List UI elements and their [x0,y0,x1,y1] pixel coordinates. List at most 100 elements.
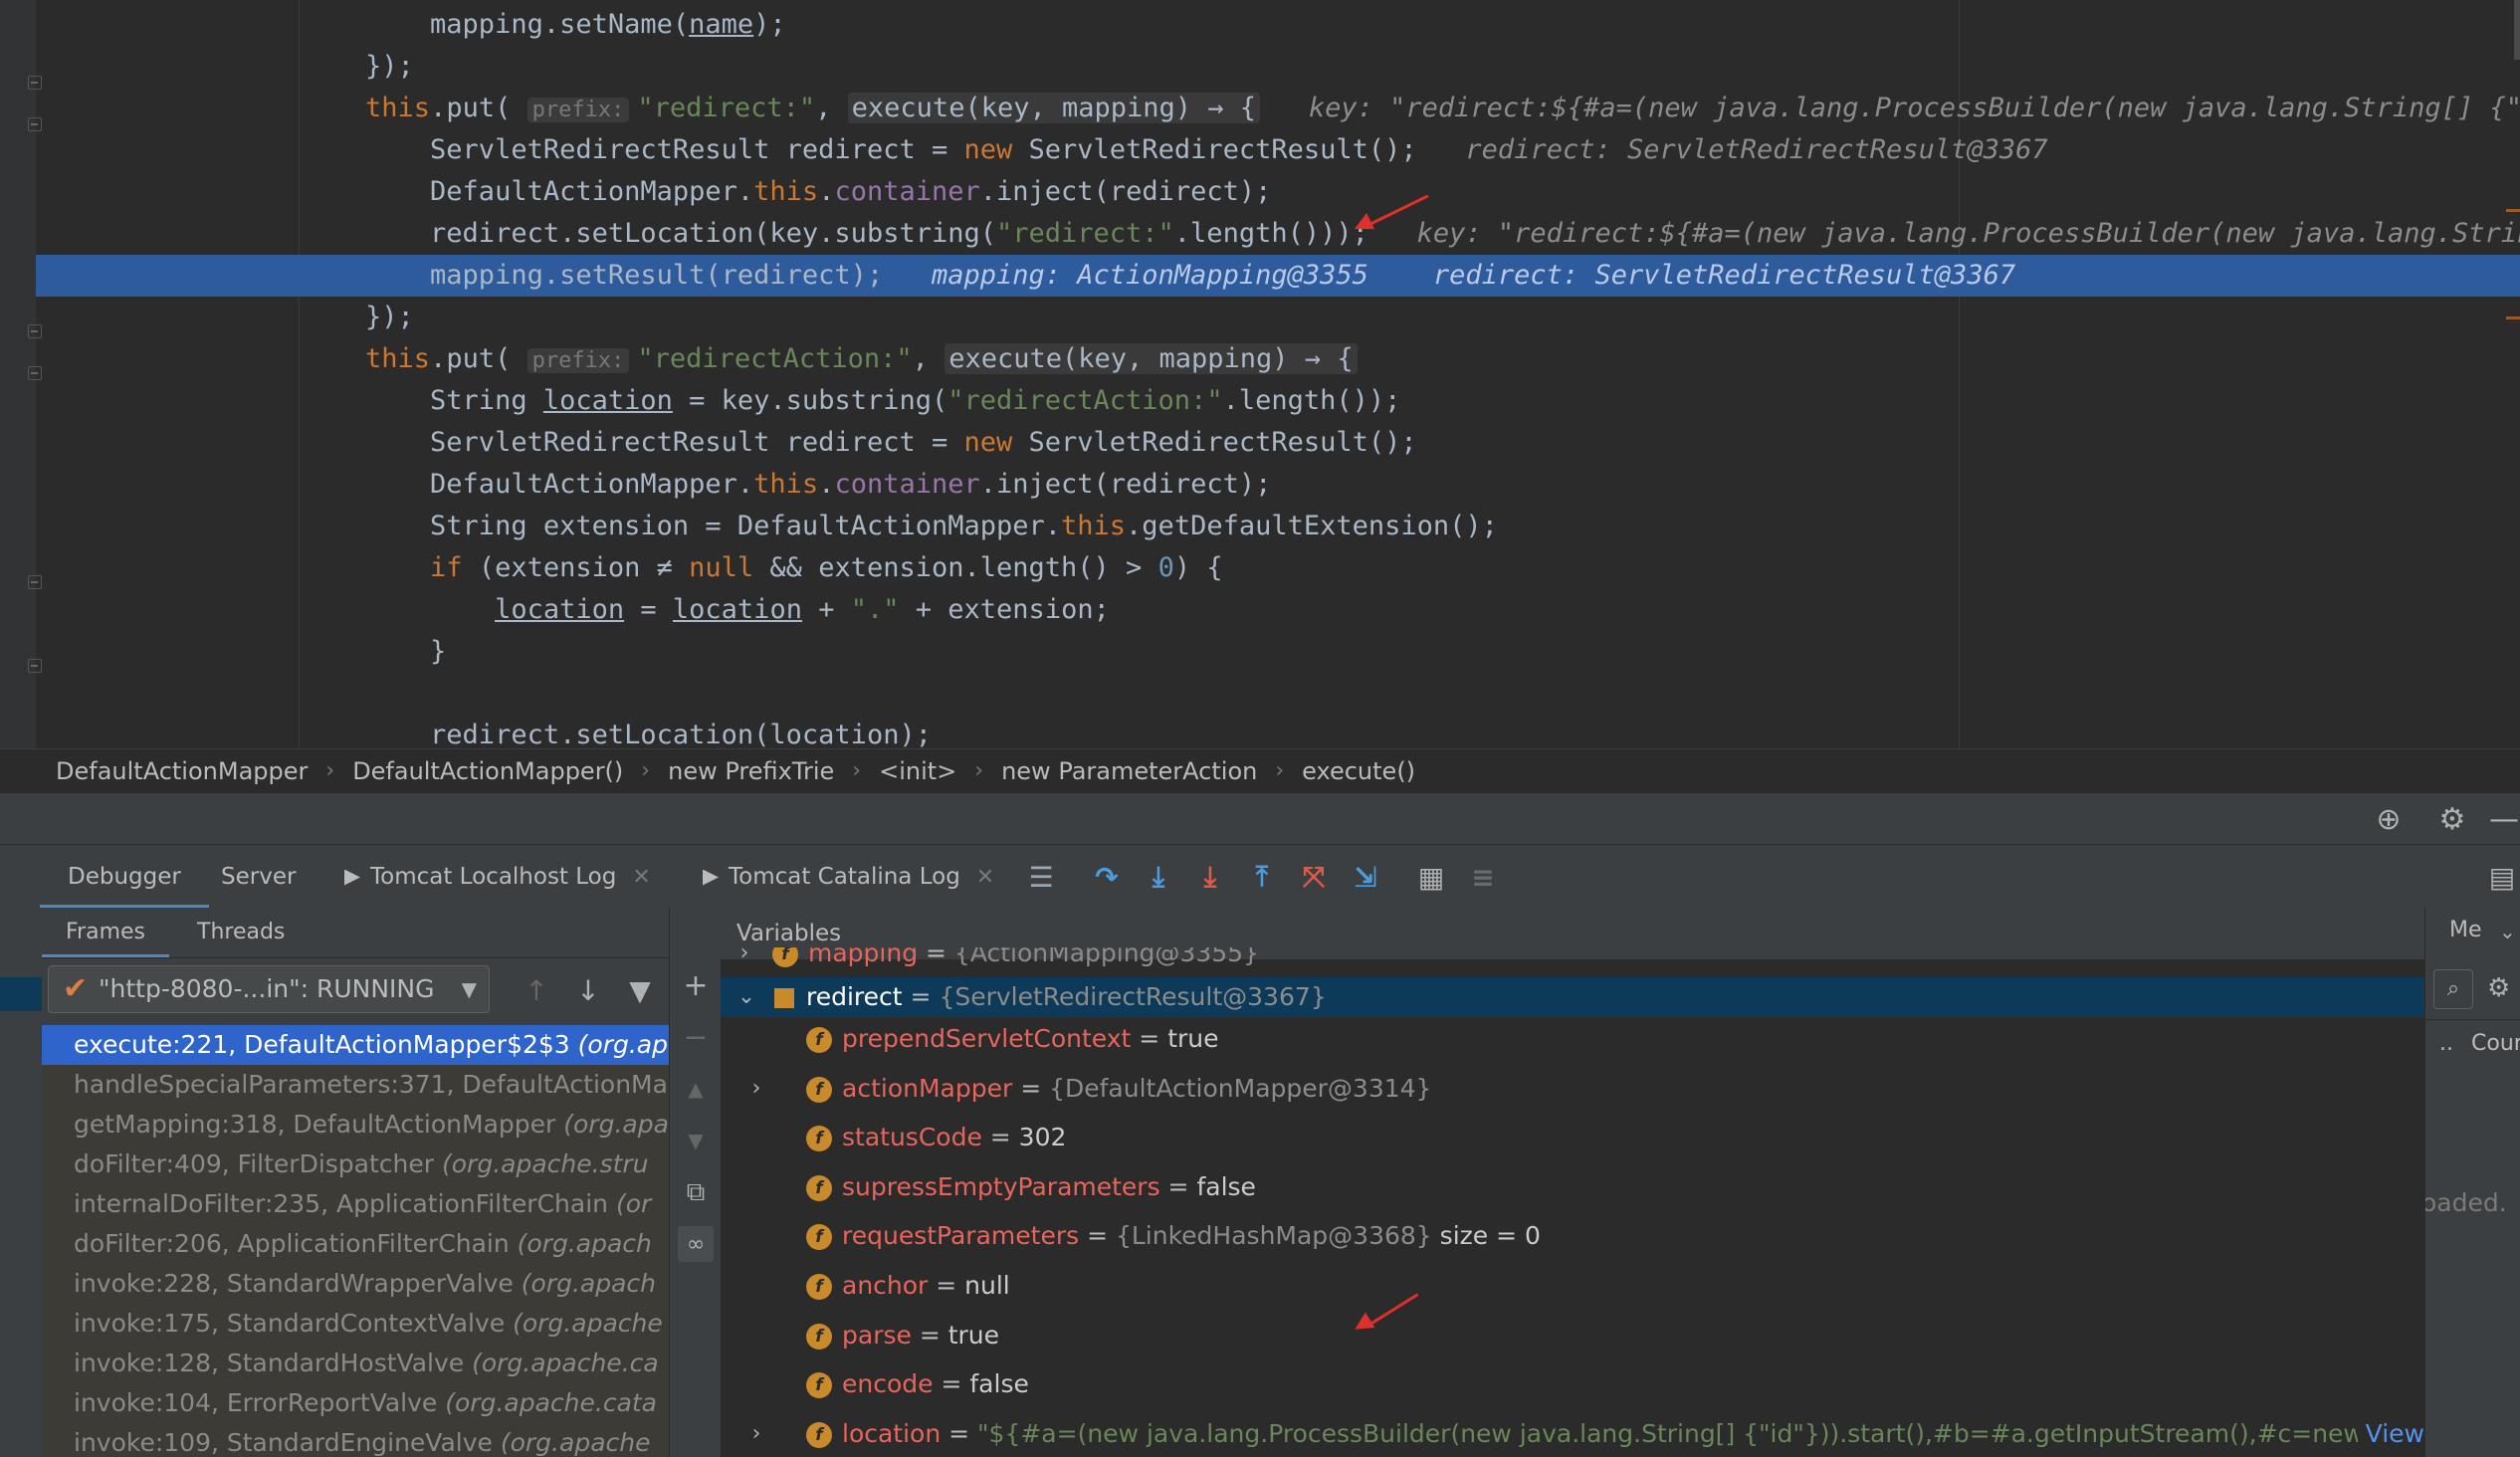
column-count-header[interactable]: Cour [2471,1031,2520,1056]
frame-class: (org.apache [513,1309,663,1338]
view-link[interactable]: View [2357,1413,2424,1454]
minimize-icon[interactable]: — [2488,802,2520,837]
layout-icon[interactable]: ▤ [2484,859,2520,895]
variable-row[interactable]: f statusCode = 302 [721,1118,2424,1157]
move-up-icon[interactable]: ▲ [678,1071,714,1107]
step-out-icon[interactable]: ⤒ [1244,859,1280,895]
frame-row[interactable]: invoke:175, StandardContextValve (org.ap… [42,1304,669,1344]
search-icon[interactable]: ⌕ [2433,969,2473,1009]
watches-toggle-icon[interactable]: ∞ [678,1226,714,1262]
variable-row-redirect[interactable]: ⌄ redirect = {ServletRedirectResult@3367… [721,977,2424,1017]
code-line[interactable]: redirect.setLocation(key.substring("redi… [0,213,2520,255]
frame-row[interactable]: getMapping:318, DefaultActionMapper (org… [42,1105,669,1145]
variable-value: {LinkedHashMap@3368} [1115,1221,1432,1251]
frame-row[interactable]: invoke:128, StandardHostValve (org.apach… [42,1344,669,1383]
breadcrumb-item[interactable]: execute() [1302,757,1415,785]
editor-scrollbar[interactable] [2514,0,2520,60]
tab-label: Server [221,864,297,890]
arrow-up-icon[interactable]: ↑ [520,973,553,1007]
show-execution-point-icon[interactable]: ☰ [1023,859,1059,895]
variable-row[interactable]: › f location = "${#a=(new java.lang.Proces… [721,1413,2424,1454]
inline-debug-value: redirect: ServletRedirectResult@3367 [1416,134,2048,165]
move-down-icon[interactable]: ▼ [678,1123,714,1158]
crosshair-icon[interactable]: ⊕ [2373,802,2405,837]
drop-frame-icon[interactable]: ⤧ [1296,859,1332,895]
code-line[interactable]: ServletRedirectResult redirect = new Ser… [0,422,1417,464]
code-line[interactable]: ServletRedirectResult redirect = new Ser… [0,129,2048,171]
code-token: + [801,594,851,625]
close-icon[interactable]: ✕ [976,865,994,890]
gear-icon[interactable]: ⚙ [2436,802,2468,837]
copy-icon[interactable]: ⧉ [678,1174,714,1210]
variable-row[interactable]: f parse = true [721,1316,2424,1355]
frames-panel: Frames Threads ✔ "http-8080-...in": RUNN… [42,908,669,1457]
evaluate-expression-icon[interactable]: ▦ [1413,859,1449,895]
divider [2425,1019,2520,1020]
tab-frames[interactable]: Frames [42,908,170,957]
step-into-icon[interactable]: ⤓ [1141,859,1176,895]
code-line[interactable]: String location = key.substring("redirec… [0,380,1400,422]
code-token: new [963,134,1013,165]
chevron-right-icon[interactable]: › [746,1069,766,1109]
tab-tomcat-localhost-log[interactable]: Tomcat Localhost Log ✕ [344,845,651,909]
trace-current-stream-icon[interactable]: ≡ [1465,859,1501,895]
code-line-current[interactable]: mapping.setResult(redirect); mapping: Ac… [36,255,2520,297]
code-line[interactable]: DefaultActionMapper.this.container.injec… [0,464,1271,506]
arrow-down-icon[interactable]: ↓ [571,973,605,1007]
tab-threads[interactable]: Threads [197,908,285,957]
frame-row[interactable]: handleSpecialParameters:371, DefaultActi… [42,1065,669,1105]
step-over-icon[interactable]: ↷ [1089,859,1125,895]
variable-row[interactable]: f prependServletContext = true [721,1019,2424,1059]
frame-row[interactable]: invoke:104, ErrorReportValve (org.apache… [42,1383,669,1423]
code-line[interactable]: }); [0,46,414,88]
run-to-cursor-icon[interactable]: ⇲ [1348,859,1383,895]
frame-row[interactable]: doFilter:409, FilterDispatcher (org.apac… [42,1145,669,1184]
thread-select[interactable]: ✔ "http-8080-...in": RUNNING ▼ [48,965,490,1013]
code-line[interactable]: mapping.setName(name); [0,4,786,46]
gear-icon[interactable]: ⚙ [2487,973,2510,1003]
breadcrumb-item[interactable]: new ParameterAction [1001,757,1257,785]
variable-row[interactable]: › f actionMapper = {DefaultActionMapper@33… [721,1069,2424,1109]
force-step-into-icon[interactable]: ⤓ [1192,859,1228,895]
close-icon[interactable]: ✕ [632,865,650,890]
code-line[interactable]: } [0,631,446,673]
log-icon [344,869,360,886]
variable-row[interactable]: f requestParameters = {LinkedHashMap@3368… [721,1216,2424,1256]
code-line[interactable]: if (extension ≠ null && extension.length… [0,547,1223,589]
variable-row[interactable]: f encode = false [721,1364,2424,1404]
tab-tomcat-catalina-log[interactable]: Tomcat Catalina Log ✕ [703,845,994,909]
chevron-right-icon[interactable]: › [746,1414,766,1454]
code-line[interactable]: this.put( prefix: "redirectAction:", exec… [0,338,1358,380]
frame-row-selected[interactable]: execute:221, DefaultActionMapper$2$3 (or… [42,1025,669,1065]
tab-debugger[interactable]: Debugger [40,845,209,909]
variable-row[interactable]: f supressEmptyParameters = false [721,1167,2424,1207]
frame-row[interactable]: invoke:109, StandardEngineValve (org.apa… [42,1423,669,1457]
code-line[interactable] [0,673,301,715]
code-line[interactable]: DefaultActionMapper.this.container.injec… [0,171,1271,213]
frame-method: internalDoFilter:235, ApplicationFilterC… [74,1189,616,1218]
filter-icon[interactable]: ▼ [623,973,657,1007]
breadcrumb-item[interactable]: new PrefixTrie [668,757,834,785]
code-line[interactable]: this.put( prefix: "redirect:", execute(ke… [0,88,2520,129]
remove-watch-icon[interactable]: − [678,1019,714,1055]
code-line[interactable]: redirect.setLocation(location); [0,715,932,748]
variable-row[interactable]: f anchor = null [721,1266,2424,1306]
chevron-down-icon[interactable]: ⌄ [736,977,756,1017]
chevron-down-icon[interactable]: ⌄ [2499,920,2516,943]
frame-row[interactable]: doFilter:206, ApplicationFilterChain (or… [42,1224,669,1264]
code-line[interactable]: String extension = DefaultActionMapper.t… [0,506,1498,547]
tab-memory[interactable]: Me [2449,918,2482,942]
code-line[interactable]: location = location + "." + extension; [0,589,1110,631]
breadcrumb-item[interactable]: DefaultActionMapper() [352,757,623,785]
breadcrumb-item[interactable]: <init> [879,757,956,785]
code-editor[interactable]: mapping.setName(name); }); this.put( pre… [0,0,2520,748]
add-watch-icon[interactable]: + [678,967,714,1003]
code-token: .inject(redirect); [979,469,1272,500]
frame-row[interactable]: invoke:228, StandardWrapperValve (org.ap… [42,1264,669,1304]
frame-row[interactable]: internalDoFilter:235, ApplicationFilterC… [42,1184,669,1224]
chevron-right-icon[interactable]: › [735,947,754,973]
breadcrumb-item[interactable]: DefaultActionMapper [56,757,308,785]
code-line[interactable]: }); [0,297,414,338]
tab-server[interactable]: Server [221,845,296,909]
variable-row[interactable]: › f mapping = {ActionMapping@3355} [721,947,2424,975]
